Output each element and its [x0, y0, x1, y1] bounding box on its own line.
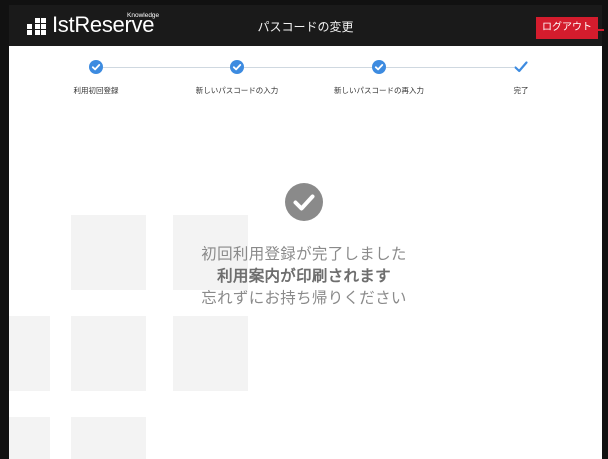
app-header: IstReserve Knowledge パスコードの変更 ログアウト: [9, 5, 604, 46]
window-frame-right: [602, 0, 608, 459]
step-label: 完了: [513, 86, 529, 95]
placeholder-tile: [71, 417, 146, 459]
placeholder-tile: [9, 316, 50, 391]
success-check-icon: [285, 183, 323, 221]
print-notice: 利用案内が印刷されます: [217, 267, 391, 285]
step-connector: [103, 67, 230, 68]
check-circle-icon: [230, 60, 244, 74]
placeholder-tile: [9, 417, 50, 459]
step-label: 新しいパスコードの入力: [195, 86, 279, 95]
check-circle-icon: [89, 60, 103, 74]
step-connector: [386, 67, 514, 68]
check-circle-icon: [372, 60, 386, 74]
placeholder-tile: [173, 316, 248, 391]
step-label: 新しいパスコードの再入力: [334, 86, 424, 95]
window-frame-left: [0, 0, 9, 459]
step-label: 利用初回登録: [73, 86, 119, 95]
logout-button[interactable]: ログアウト: [536, 17, 598, 39]
page-title: パスコードの変更: [257, 20, 354, 34]
logout-indicator: [598, 29, 604, 31]
completion-message: 初回利用登録が完了しました: [201, 245, 407, 263]
reminder-message: 忘れずにお持ち帰りください: [201, 289, 407, 307]
check-icon: [513, 59, 529, 75]
step-connector: [244, 67, 372, 68]
placeholder-tile: [71, 316, 146, 391]
